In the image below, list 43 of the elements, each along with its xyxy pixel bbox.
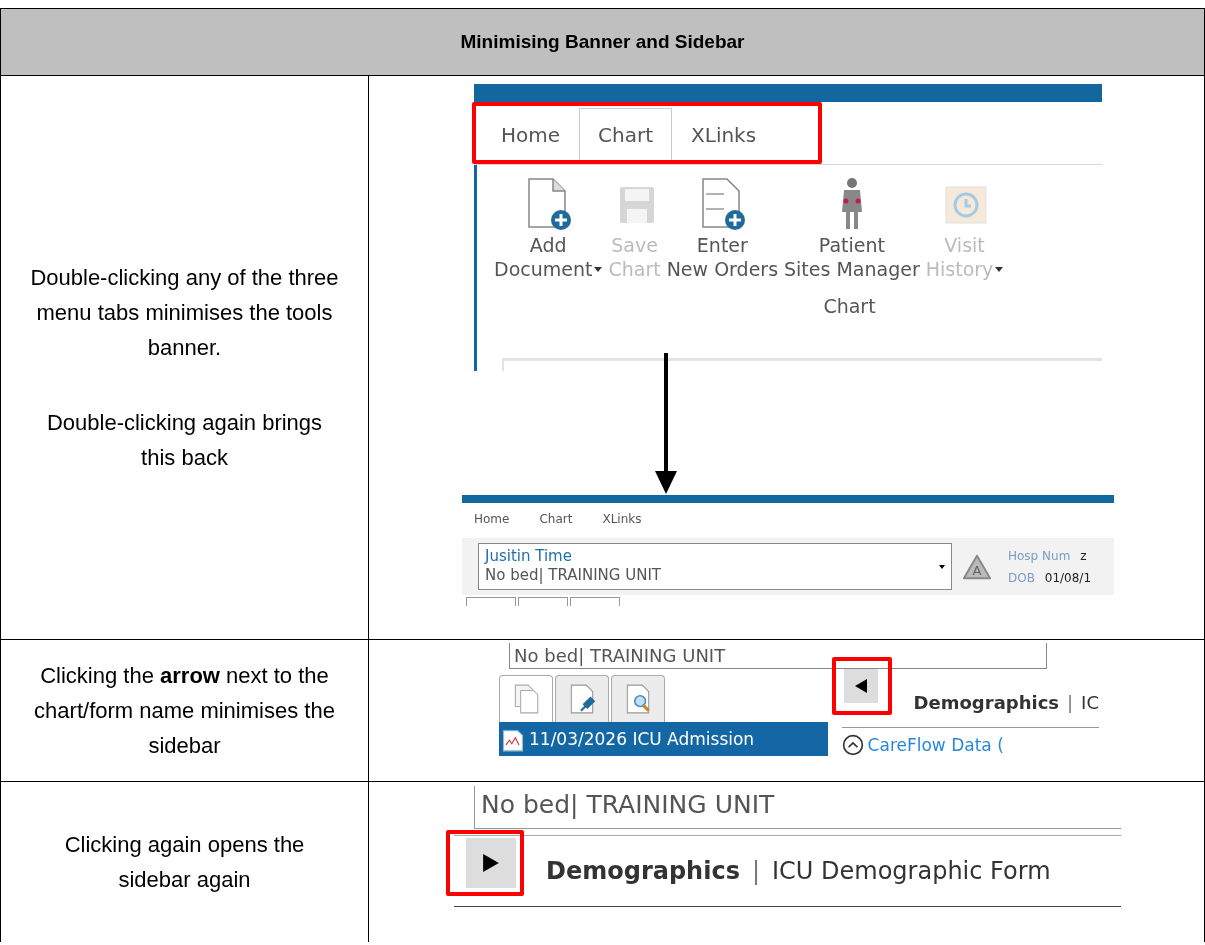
menu-tab[interactable]: Chart [539,512,573,538]
menu-tab[interactable]: XLinks [672,108,776,160]
menu-tab[interactable]: Home [474,512,510,538]
table-title: Minimising Banner and Sidebar [460,31,745,53]
menu-tab[interactable]: Chart [579,108,673,160]
location-field: No bed| TRAINING UNIT [509,643,1047,669]
instruction-text: Double-clicking again brings this back [45,409,324,472]
field-value: z [1080,548,1087,563]
form-name: Demographics [913,691,1060,713]
menu-tab[interactable]: XLinks [602,512,642,538]
tab-outline [570,597,620,606]
sidebar-tab[interactable] [555,675,609,722]
section-link[interactable]: CareFlow Data ( [867,735,1004,755]
field-label: DOB [1008,570,1035,585]
field-value: 01/08/1 [1044,570,1091,585]
caret-icon [594,266,603,272]
location-field: No bed| TRAINING UNIT [474,786,1121,829]
form-name: Demographics [546,857,740,885]
tab-outline [518,597,568,606]
tab-outline [466,597,516,606]
instruction-text: Clicking again opens the sidebar again [63,831,306,894]
patient-selector[interactable]: Jusitin Time No bed| TRAINING UNIT [478,543,952,590]
instruction-text: Clicking the arrow next to the chart/form name minimises the sidebar [33,662,336,760]
sidebar-item[interactable]: 11/03/2026 ICU Admission [499,722,828,756]
ribbon-button[interactable]: Patient Sites Manager [781,177,923,281]
instruction-text: Double-clicking any of the three menu tabs minimises the tools banner. [29,264,340,362]
caret-icon [995,266,1004,272]
menu-tab[interactable]: Home [482,108,580,160]
expand-sidebar-button[interactable] [466,838,516,888]
right-triangle-icon [483,854,499,872]
ribbon-button[interactable]: Add Document [491,177,606,281]
collapse-sidebar-button[interactable] [843,669,878,703]
collapse-circle-icon[interactable] [841,734,864,756]
caret-icon [939,565,945,569]
separator-text: | [751,857,760,885]
form-title: ICU Demographic Form [772,857,1051,885]
group-label: Chart [822,295,877,317]
sidebar-tab[interactable] [611,675,665,722]
ribbon-button[interactable]: Enter New Orders [663,177,782,281]
field-label: Hosp Num [1008,548,1071,563]
form-title: IC [1081,691,1099,713]
left-triangle-icon [854,679,867,693]
separator-text: | [1067,691,1074,713]
